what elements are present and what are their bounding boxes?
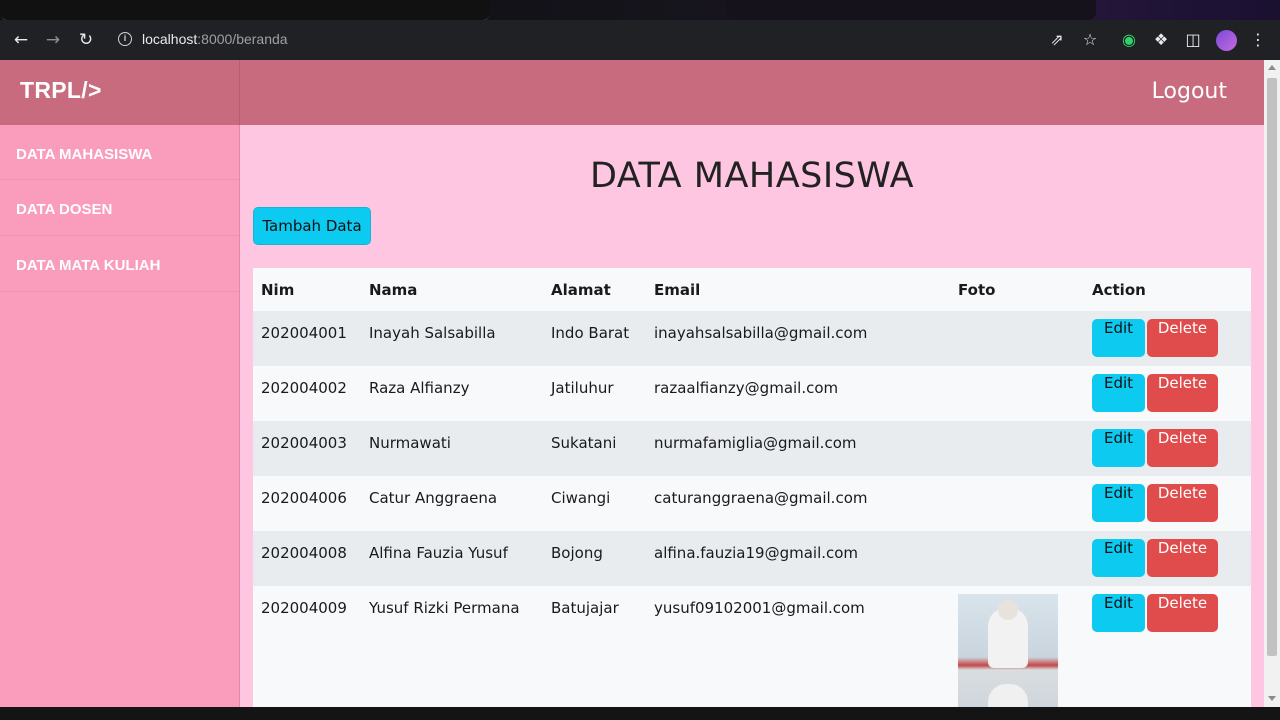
extensions-puzzle-icon[interactable]: ❖ [1150, 29, 1172, 51]
scroll-up-icon[interactable] [1268, 65, 1276, 70]
column-header: Foto [950, 268, 1084, 311]
cell-email: razaalfianzy@gmail.com [646, 366, 950, 421]
cell-alamat: Bojong [543, 531, 646, 586]
cell-foto [950, 421, 1084, 476]
url-host: localhost [142, 31, 198, 47]
delete-button[interactable]: Delete [1147, 374, 1218, 412]
cell-action: Edit Delete [1084, 531, 1251, 586]
column-header: Nama [361, 268, 543, 311]
table-header-row: Nim Nama Alamat Email Foto Action [253, 268, 1251, 311]
cell-alamat: Jatiluhur [543, 366, 646, 421]
cell-alamat: Indo Barat [543, 311, 646, 366]
main-content: DATA MAHASISWA Tambah Data Nim Nama Alam… [240, 125, 1264, 707]
delete-button[interactable]: Delete [1147, 539, 1218, 577]
cell-nama: Inayah Salsabilla [361, 311, 543, 366]
delete-button[interactable]: Delete [1147, 429, 1218, 467]
table-row: 202004001 Inayah Salsabilla Indo Barat i… [253, 311, 1251, 366]
cell-email: nurmafamiglia@gmail.com [646, 421, 950, 476]
table-row: 202004003 Nurmawati Sukatani nurmafamigl… [253, 421, 1251, 476]
add-data-button[interactable]: Tambah Data [253, 207, 371, 245]
sidebar-item-data-mata-kuliah[interactable]: DATA MATA KULIAH [0, 236, 239, 292]
edit-button[interactable]: Edit [1092, 594, 1145, 632]
cell-foto [950, 476, 1084, 531]
browser-tab[interactable] [0, 0, 490, 21]
edit-button[interactable]: Edit [1092, 374, 1145, 412]
brand-label: TRPL/> [20, 77, 102, 103]
edit-button[interactable]: Edit [1092, 484, 1145, 522]
menu-kebab-icon[interactable]: ⋮ [1247, 29, 1269, 51]
address-bar[interactable]: localhost:8000/beranda [142, 31, 288, 47]
reload-icon[interactable]: ↻ [75, 29, 97, 51]
cell-alamat: Ciwangi [543, 476, 646, 531]
page-scrollbar[interactable] [1264, 60, 1280, 707]
cell-nim: 202004008 [253, 531, 361, 586]
url-path: :8000/beranda [197, 31, 288, 47]
browser-tab[interactable] [726, 0, 1096, 20]
cell-nim: 202004006 [253, 476, 361, 531]
back-icon[interactable]: ← [10, 29, 32, 51]
window-bottom-edge [0, 707, 1280, 720]
sidebar-item-data-dosen[interactable]: DATA DOSEN [0, 180, 239, 236]
cell-nama: Alfina Fauzia Yusuf [361, 531, 543, 586]
cell-foto [950, 366, 1084, 421]
delete-button[interactable]: Delete [1147, 594, 1218, 632]
site-info-icon[interactable]: i [118, 32, 132, 46]
cell-foto [950, 531, 1084, 586]
sidebar-item-data-mahasiswa[interactable]: DATA MAHASISWA [0, 125, 239, 180]
edit-button[interactable]: Edit [1092, 319, 1145, 357]
cell-nama: Yusuf Rizki Permana [361, 586, 543, 707]
logout-link[interactable]: Logout [1152, 79, 1227, 104]
browser-toolbar: ← → ↻ i localhost:8000/beranda ⇗ ☆ ◉ ❖ ◫… [0, 20, 1280, 60]
cell-nama: Catur Anggraena [361, 476, 543, 531]
cell-foto [950, 586, 1084, 707]
page-title: DATA MAHASISWA [589, 156, 915, 196]
cell-nim: 202004009 [253, 586, 361, 707]
cell-nim: 202004002 [253, 366, 361, 421]
table-row: 202004009 Yusuf Rizki Permana Batujajar … [253, 586, 1251, 707]
edit-button[interactable]: Edit [1092, 539, 1145, 577]
table-row: 202004002 Raza Alfianzy Jatiluhur razaal… [253, 366, 1251, 421]
bookmark-star-icon[interactable]: ☆ [1079, 29, 1101, 51]
cell-email: alfina.fauzia19@gmail.com [646, 531, 950, 586]
cell-nama: Raza Alfianzy [361, 366, 543, 421]
cell-foto [950, 311, 1084, 366]
profile-avatar-icon[interactable] [1216, 30, 1237, 51]
column-header: Alamat [543, 268, 646, 311]
table-row: 202004006 Catur Anggraena Ciwangi catura… [253, 476, 1251, 531]
column-header: Nim [253, 268, 361, 311]
cell-action: Edit Delete [1084, 586, 1251, 707]
column-header: Email [646, 268, 950, 311]
cell-action: Edit Delete [1084, 421, 1251, 476]
edit-button[interactable]: Edit [1092, 429, 1145, 467]
cell-action: Edit Delete [1084, 366, 1251, 421]
side-panel-icon[interactable]: ◫ [1182, 29, 1204, 51]
scrollbar-thumb[interactable] [1267, 78, 1277, 656]
cell-action: Edit Delete [1084, 311, 1251, 366]
cell-email: caturanggraena@gmail.com [646, 476, 950, 531]
forward-icon[interactable]: → [42, 29, 64, 51]
top-navbar: Logout [240, 60, 1264, 125]
scroll-down-icon[interactable] [1268, 696, 1276, 701]
share-icon[interactable]: ⇗ [1046, 29, 1068, 51]
column-header: Action [1084, 268, 1251, 311]
browser-tab-strip [0, 0, 1280, 21]
cell-action: Edit Delete [1084, 476, 1251, 531]
brand: TRPL/> [0, 60, 240, 125]
delete-button[interactable]: Delete [1147, 319, 1218, 357]
cell-alamat: Batujajar [543, 586, 646, 707]
cell-email: yusuf09102001@gmail.com [646, 586, 950, 707]
cell-nama: Nurmawati [361, 421, 543, 476]
page-viewport: TRPL/> Logout DATA MAHASISWA DATA DOSEN … [0, 60, 1264, 707]
students-table: Nim Nama Alamat Email Foto Action 202004… [253, 268, 1251, 707]
cell-alamat: Sukatani [543, 421, 646, 476]
cell-email: inayahsalsabilla@gmail.com [646, 311, 950, 366]
sidebar: DATA MAHASISWA DATA DOSEN DATA MATA KULI… [0, 125, 240, 707]
table-row: 202004008 Alfina Fauzia Yusuf Bojong alf… [253, 531, 1251, 586]
cell-nim: 202004003 [253, 421, 361, 476]
cell-nim: 202004001 [253, 311, 361, 366]
student-photo [958, 594, 1058, 707]
delete-button[interactable]: Delete [1147, 484, 1218, 522]
extension-eye-icon[interactable]: ◉ [1118, 29, 1140, 51]
